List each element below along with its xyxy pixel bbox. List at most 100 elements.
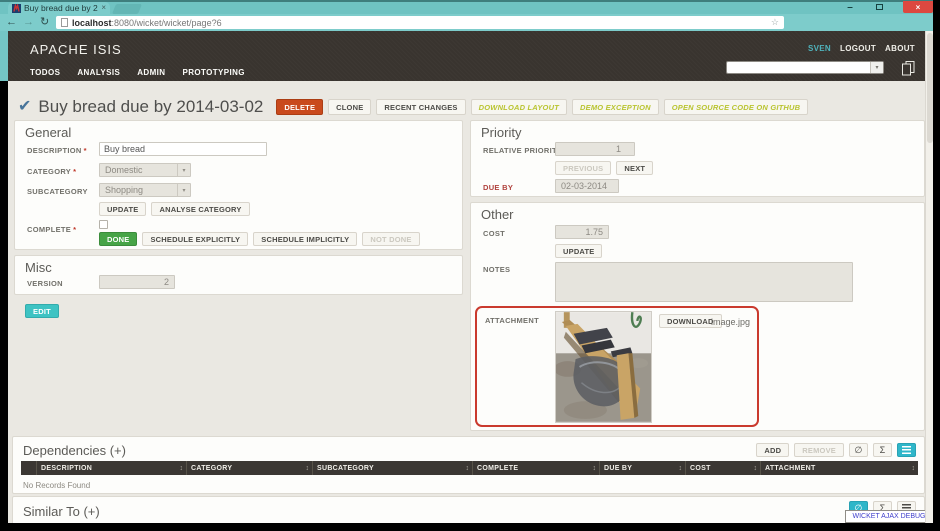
sort-icon: ↕ [676, 465, 683, 472]
edit-button[interactable]: EDIT [25, 304, 59, 318]
cost-label: COST [483, 229, 505, 238]
sort-icon: ↕ [303, 465, 310, 472]
logout-link[interactable]: LOGOUT [840, 44, 876, 53]
hide-columns-button[interactable]: ∅ [849, 443, 868, 457]
sort-icon: ↕ [590, 465, 597, 472]
window-minimize-button[interactable]: – [843, 1, 857, 13]
header-cell-subcategory[interactable]: SUBCATEGORY↕ [313, 461, 473, 475]
done-button[interactable]: DONE [99, 232, 137, 246]
scrollbar[interactable] [925, 31, 933, 523]
url-bar[interactable]: localhost:8080/wicket/wicket/page?6 ☆ [56, 16, 784, 29]
chevron-down-icon[interactable]: ▾ [870, 62, 883, 73]
window-maximize-button[interactable] [872, 1, 886, 13]
window-edge [0, 31, 8, 81]
previous-button: PREVIOUS [555, 161, 611, 175]
sort-icon: ↕ [751, 465, 758, 472]
schedule-explicitly-button[interactable]: SCHEDULE EXPLICITLY [142, 232, 248, 246]
header-cell-dueby[interactable]: DUE BY↕ [600, 461, 686, 475]
desktop: Buy bread due by 20 × – × ← → ↻ ⌂ localh… [0, 0, 940, 531]
summary-button[interactable]: Σ [873, 443, 892, 457]
attachment-label: ATTACHMENT [485, 316, 539, 325]
new-tab-button[interactable] [112, 4, 142, 14]
remove-button: REMOVE [794, 443, 844, 457]
chevron-down-icon: ▾ [177, 164, 190, 176]
description-input[interactable] [99, 142, 267, 156]
tab-title: Buy bread due by 20 [24, 3, 98, 13]
search-combobox[interactable]: ▾ [726, 61, 884, 74]
menu-item-prototyping[interactable]: PROTOTYPING [182, 68, 244, 77]
similar-to-heading: Similar To (+) [23, 504, 100, 519]
open-source-code-button[interactable]: OPEN SOURCE CODE ON GITHUB [664, 99, 809, 115]
tab-favicon [12, 4, 21, 13]
url-text[interactable]: localhost:8080/wicket/wicket/page?6 [72, 18, 222, 28]
bookmark-star-icon[interactable]: ☆ [771, 17, 779, 28]
entity-title-row: ✔ Buy bread due by 2014-03-02 DELETE CLO… [18, 95, 808, 119]
subcategory-label: SUBCATEGORY [27, 187, 88, 196]
add-button[interactable]: ADD [756, 443, 789, 457]
user-name[interactable]: SVEN [808, 44, 831, 53]
relative-priority-field: 1 [555, 142, 635, 156]
browser-tab[interactable]: Buy bread due by 20 × [8, 2, 110, 14]
header-cell-cost[interactable]: COST↕ [686, 461, 761, 475]
header-cell-attachment[interactable]: ATTACHMENT↕ [761, 461, 918, 475]
subcategory-select: Shopping ▾ [99, 183, 191, 197]
analyse-category-button[interactable]: ANALYSE CATEGORY [151, 202, 249, 216]
dependencies-panel: Dependencies (+) ADD REMOVE ∅ Σ DESCRIPT… [12, 436, 925, 494]
header-cell-description[interactable]: DESCRIPTION↕ [37, 461, 187, 475]
sort-icon: ↕ [909, 465, 916, 472]
browser-chrome: Buy bread due by 20 × – × ← → ↻ ⌂ localh… [0, 0, 933, 31]
reload-icon[interactable]: ↻ [40, 17, 49, 28]
general-heading: General [25, 125, 71, 140]
url-host: localhost [72, 18, 112, 28]
forward-icon[interactable]: → [23, 17, 34, 28]
clone-button[interactable]: CLONE [328, 99, 371, 115]
misc-panel: Misc VERSION 2 [14, 255, 463, 295]
update-button[interactable]: UPDATE [99, 202, 146, 216]
sort-icon: ↕ [177, 465, 184, 472]
menu-item-analysis[interactable]: ANALYSIS [77, 68, 120, 77]
header-cell-complete[interactable]: COMPLETE↕ [473, 461, 600, 475]
todo-check-icon: ✔ [18, 99, 31, 115]
dependencies-heading: Dependencies (+) [23, 443, 126, 458]
complete-label: COMPLETE* [27, 225, 76, 234]
copy-bookmark-icon[interactable] [901, 60, 916, 81]
priority-heading: Priority [481, 125, 521, 140]
category-label: CATEGORY* [27, 167, 76, 176]
wicket-ajax-debug-link[interactable]: WICKET AJAX DEBUG [845, 510, 925, 523]
window-close-button[interactable]: × [903, 1, 933, 13]
about-link[interactable]: ABOUT [885, 44, 915, 53]
tab-close-icon[interactable]: × [101, 4, 106, 12]
list-icon [902, 446, 911, 454]
schedule-implicitly-button[interactable]: SCHEDULE IMPLICITLY [253, 232, 357, 246]
attachment-photo[interactable] [555, 311, 652, 423]
due-by-label: DUE BY [483, 183, 513, 192]
other-heading: Other [481, 207, 514, 222]
entity-actions: DELETE CLONE RECENT CHANGES DOWNLOAD LAY… [276, 99, 808, 115]
not-done-button: NOT DONE [362, 232, 419, 246]
page-title: Buy bread due by 2014-03-02 [38, 97, 263, 117]
next-button[interactable]: NEXT [616, 161, 653, 175]
cost-update-button[interactable]: UPDATE [555, 244, 602, 258]
delete-button[interactable]: DELETE [276, 99, 323, 115]
download-layout-button[interactable]: DOWNLOAD LAYOUT [471, 99, 567, 115]
general-panel: General DESCRIPTION* CATEGORY* Domestic … [14, 120, 463, 250]
empty-table-message: No Records Found [23, 481, 90, 490]
dependencies-table-header: DESCRIPTION↕ CATEGORY↕ SUBCATEGORY↕ COMP… [21, 461, 918, 475]
complete-checkbox[interactable] [99, 220, 108, 229]
category-select: Domestic ▾ [99, 163, 191, 177]
other-panel: Other COST 1.75 UPDATE NOTES ATTACHMENT [470, 202, 925, 431]
misc-heading: Misc [25, 260, 52, 275]
header-cell-blank [21, 461, 37, 475]
page: APACHE ISIS TODOS ANALYSIS ADMIN PROTOTY… [8, 31, 925, 523]
recent-changes-button[interactable]: RECENT CHANGES [376, 99, 465, 115]
back-icon[interactable]: ← [6, 17, 17, 28]
menu-item-todos[interactable]: TODOS [30, 68, 60, 77]
list-view-button[interactable] [897, 443, 916, 457]
demo-exception-button[interactable]: DEMO EXCEPTION [572, 99, 659, 115]
menu-item-admin[interactable]: ADMIN [137, 68, 165, 77]
header-cell-category[interactable]: CATEGORY↕ [187, 461, 313, 475]
scrollbar-thumb[interactable] [927, 33, 933, 143]
url-path: :8080/wicket/wicket/page?6 [112, 18, 222, 28]
maximize-icon [876, 4, 883, 10]
app-brand[interactable]: APACHE ISIS [30, 42, 122, 57]
